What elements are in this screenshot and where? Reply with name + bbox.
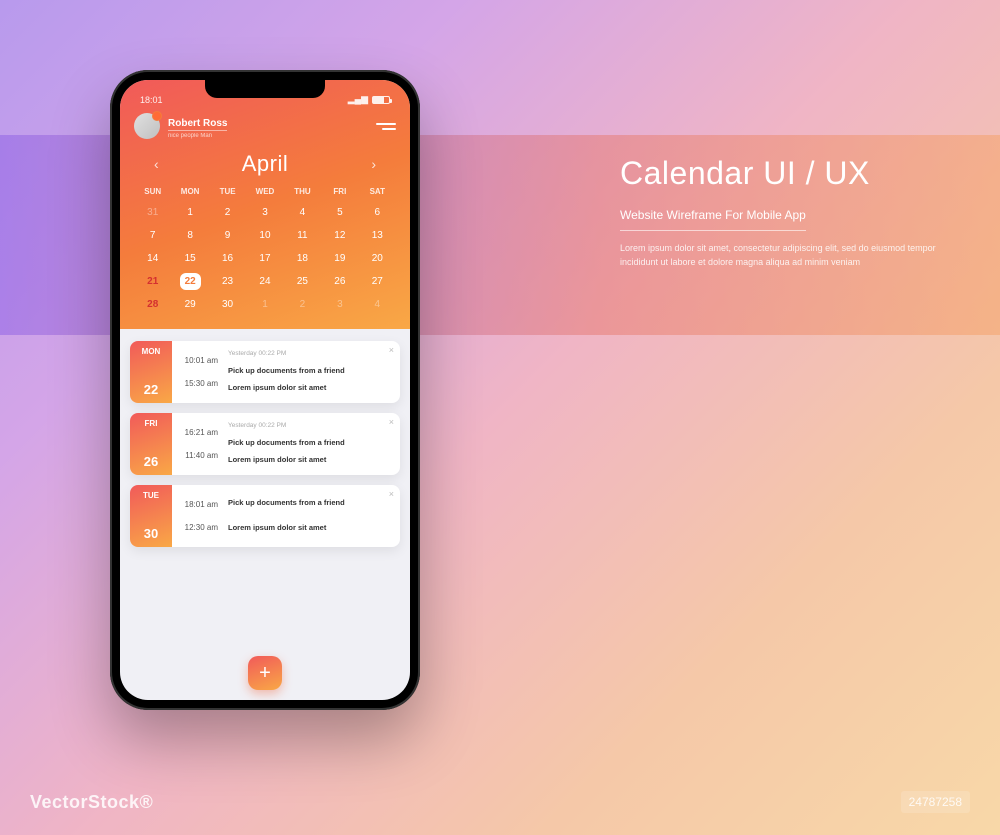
calendar-day[interactable]: 15 — [171, 248, 208, 269]
calendar-day[interactable]: 18 — [284, 248, 321, 269]
calendar-grid: 3112345678910111213141516171819202122232… — [134, 202, 396, 315]
calendar-day[interactable]: 28 — [134, 294, 171, 315]
promo-subtitle: Website Wireframe For Mobile App — [620, 208, 806, 231]
weekday-label: WED — [246, 187, 283, 196]
calendar-day[interactable]: 4 — [284, 202, 321, 223]
watermark: VectorStock® — [30, 792, 153, 813]
calendar-day[interactable]: 5 — [321, 202, 358, 223]
event-date-badge: TUE30 — [130, 485, 172, 547]
calendar-day[interactable]: 3 — [321, 294, 358, 315]
calendar-day[interactable]: 21 — [134, 271, 171, 292]
calendar-day[interactable]: 16 — [209, 248, 246, 269]
avatar[interactable] — [134, 113, 160, 139]
close-icon[interactable]: × — [389, 417, 394, 427]
calendar-day[interactable]: 24 — [246, 271, 283, 292]
event-card[interactable]: MON2210:01 am15:30 amYesterday 00:22 PMP… — [130, 341, 400, 403]
image-number: 24787258 — [901, 791, 970, 813]
app-screen: 18:01 ▂▄▆ Robert Ross nice people Man ‹ — [120, 80, 410, 700]
calendar-day[interactable]: 4 — [359, 294, 396, 315]
calendar-day[interactable]: 1 — [171, 202, 208, 223]
event-card[interactable]: TUE3018:01 am12:30 amPick up documents f… — [130, 485, 400, 547]
promo-text: Calendar UI / UX Website Wireframe For M… — [620, 155, 960, 270]
menu-icon[interactable] — [372, 123, 396, 130]
event-times: 16:21 am11:40 am — [172, 413, 224, 475]
calendar-day[interactable]: 30 — [209, 294, 246, 315]
profile-name: Robert Ross — [168, 118, 227, 131]
phone-frame: 18:01 ▂▄▆ Robert Ross nice people Man ‹ — [110, 70, 420, 710]
events-list: MON2210:01 am15:30 amYesterday 00:22 PMP… — [120, 329, 410, 559]
calendar-day[interactable]: 9 — [209, 225, 246, 246]
calendar-day[interactable]: 20 — [359, 248, 396, 269]
event-body: Yesterday 00:22 PMPick up documents from… — [224, 341, 400, 403]
event-body: Yesterday 00:22 PMPick up documents from… — [224, 413, 400, 475]
weekday-label: MON — [171, 187, 208, 196]
status-right: ▂▄▆ — [348, 94, 390, 105]
calendar-day[interactable]: 22 — [171, 271, 208, 292]
profile-row: Robert Ross nice people Man — [134, 113, 396, 139]
calendar-day[interactable]: 26 — [321, 271, 358, 292]
promo-body: Lorem ipsum dolor sit amet, consectetur … — [620, 241, 960, 270]
signal-icon: ▂▄▆ — [348, 94, 368, 105]
calendar-day[interactable]: 2 — [284, 294, 321, 315]
event-date-badge: FRI26 — [130, 413, 172, 475]
calendar-day[interactable]: 3 — [246, 202, 283, 223]
calendar-day[interactable]: 17 — [246, 248, 283, 269]
calendar-day[interactable]: 27 — [359, 271, 396, 292]
calendar-day[interactable]: 2 — [209, 202, 246, 223]
weekday-label: TUE — [209, 187, 246, 196]
notification-badge-icon — [152, 111, 162, 121]
calendar-day[interactable]: 13 — [359, 225, 396, 246]
month-title: April — [242, 151, 289, 177]
calendar-header: 18:01 ▂▄▆ Robert Ross nice people Man ‹ — [120, 80, 410, 329]
weekday-row: SUNMONTUEWEDTHUFRISAT — [134, 187, 396, 196]
weekday-label: FRI — [321, 187, 358, 196]
event-times: 10:01 am15:30 am — [172, 341, 224, 403]
close-icon[interactable]: × — [389, 345, 394, 355]
profile-info: Robert Ross nice people Man — [168, 113, 364, 139]
calendar-day[interactable]: 12 — [321, 225, 358, 246]
calendar-day[interactable]: 31 — [134, 202, 171, 223]
status-time: 18:01 — [140, 95, 163, 105]
event-times: 18:01 am12:30 am — [172, 485, 224, 547]
battery-icon — [372, 96, 390, 104]
plus-icon: + — [259, 662, 271, 685]
weekday-label: SAT — [359, 187, 396, 196]
event-date-badge: MON22 — [130, 341, 172, 403]
calendar-day[interactable]: 19 — [321, 248, 358, 269]
weekday-label: THU — [284, 187, 321, 196]
phone-notch — [205, 80, 325, 98]
calendar-day[interactable]: 14 — [134, 248, 171, 269]
promo-title: Calendar UI / UX — [620, 155, 960, 192]
add-event-button[interactable]: + — [248, 656, 282, 690]
calendar-day[interactable]: 6 — [359, 202, 396, 223]
calendar-day[interactable]: 23 — [209, 271, 246, 292]
month-navigation: ‹ April › — [134, 145, 396, 187]
event-card[interactable]: FRI2616:21 am11:40 amYesterday 00:22 PMP… — [130, 413, 400, 475]
next-month-button[interactable]: › — [371, 156, 376, 172]
calendar-day[interactable]: 29 — [171, 294, 208, 315]
weekday-label: SUN — [134, 187, 171, 196]
close-icon[interactable]: × — [389, 489, 394, 499]
calendar-day[interactable]: 25 — [284, 271, 321, 292]
event-body: Pick up documents from a friendLorem ips… — [224, 485, 400, 547]
profile-subtitle: nice people Man — [168, 133, 364, 139]
calendar-day[interactable]: 8 — [171, 225, 208, 246]
calendar-day[interactable]: 7 — [134, 225, 171, 246]
prev-month-button[interactable]: ‹ — [154, 156, 159, 172]
calendar-day[interactable]: 1 — [246, 294, 283, 315]
calendar-day[interactable]: 11 — [284, 225, 321, 246]
calendar-day[interactable]: 10 — [246, 225, 283, 246]
